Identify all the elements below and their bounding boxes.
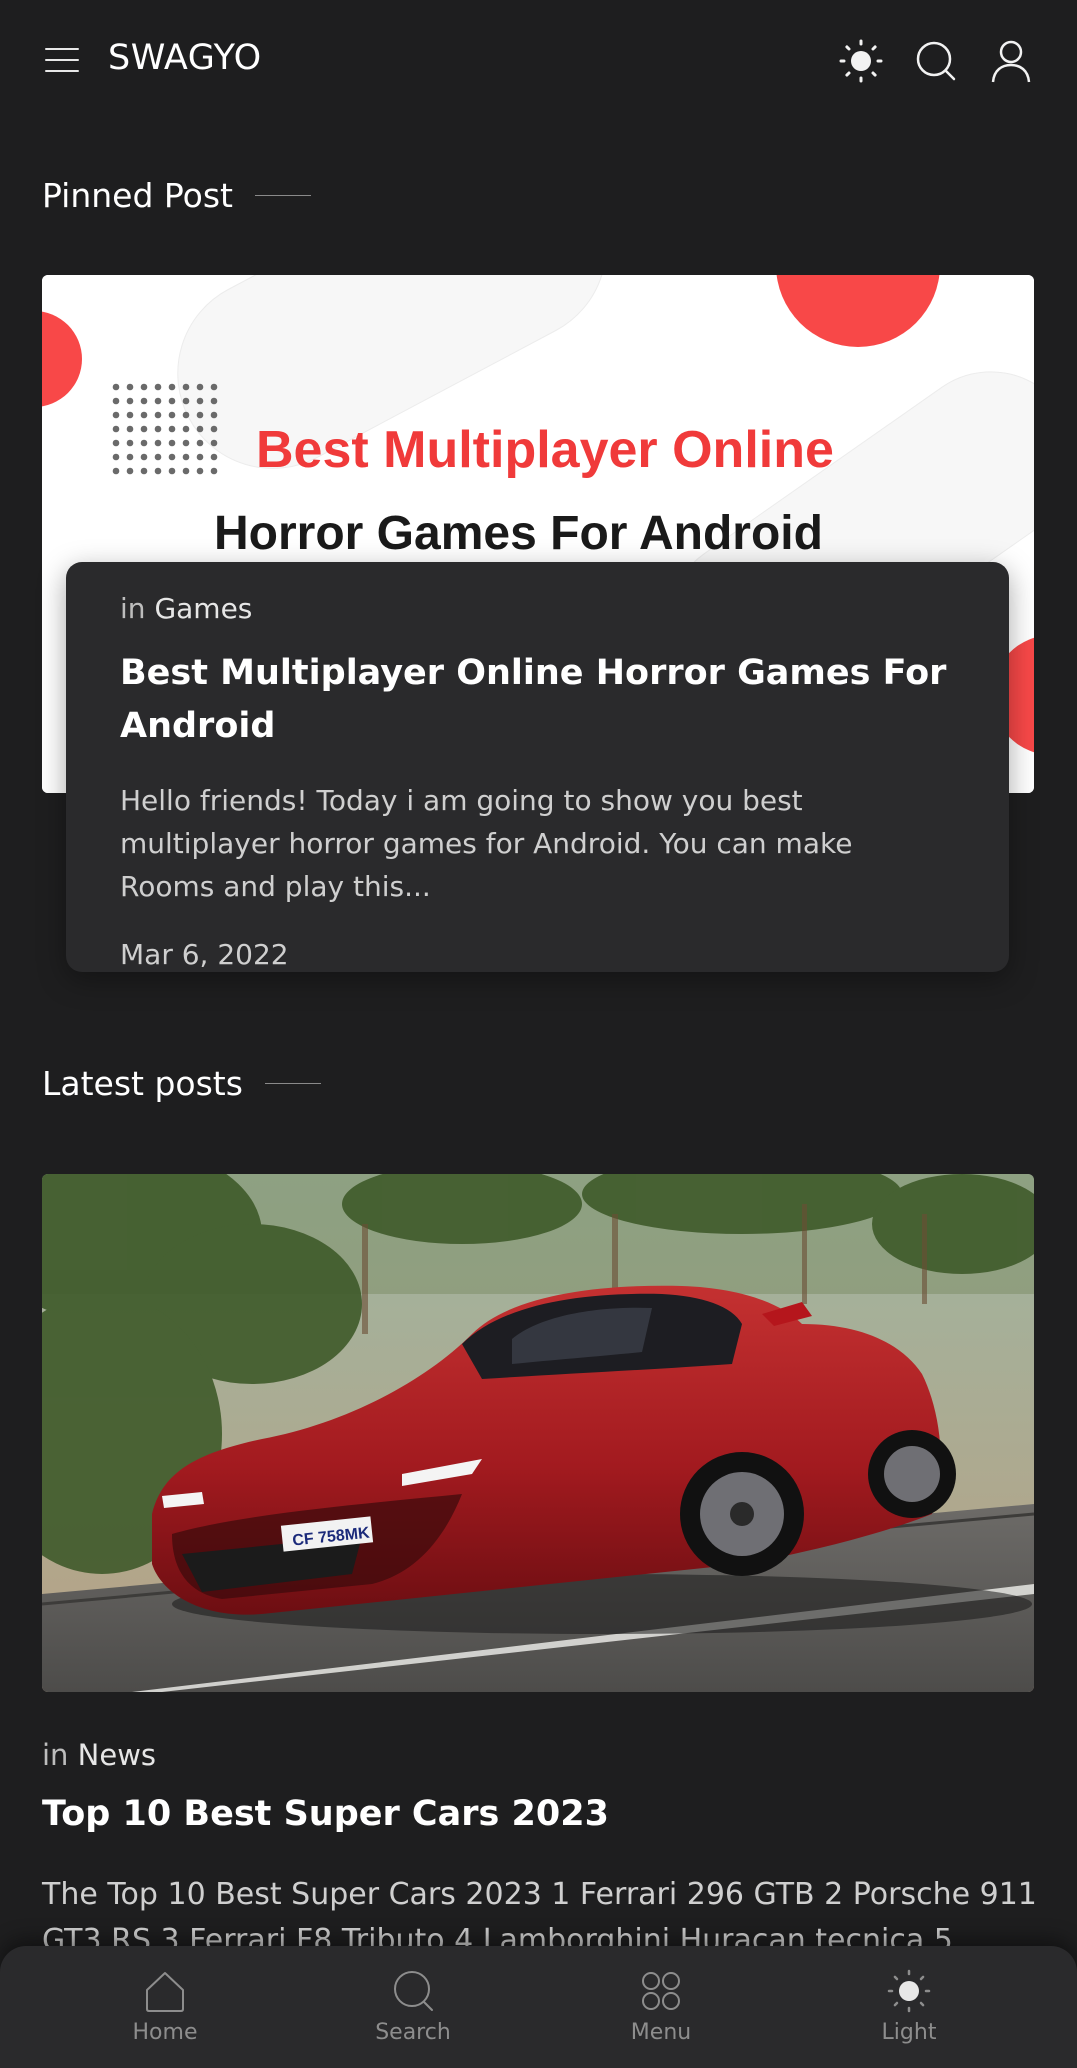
latest-post-category: in News — [42, 1738, 156, 1772]
sun-icon[interactable] — [838, 38, 884, 84]
pinned-post-date: Mar 6, 2022 — [120, 938, 289, 971]
search-icon[interactable] — [913, 38, 959, 84]
section-divider — [254, 195, 311, 196]
latest-section-label: Latest posts — [42, 1064, 243, 1103]
pinned-post-category: in Games — [120, 592, 955, 625]
nav-light-label: Light — [881, 2020, 937, 2045]
pinned-section-label: Pinned Post — [42, 176, 233, 215]
bottom-nav: Home Search Menu Light — [0, 1946, 1077, 2068]
latest-post-title[interactable]: Top 10 Best Super Cars 2023 — [42, 1794, 609, 1834]
pinned-post-title[interactable]: Best Multiplayer Online Horror Games For… — [120, 647, 955, 753]
pinned-image-headline-1: Best Multiplayer Online — [256, 421, 834, 479]
nav-search[interactable]: Search — [343, 1968, 483, 2058]
app-header: SWAGYO — [0, 0, 1077, 124]
user-icon[interactable] — [988, 38, 1034, 84]
latest-post-image[interactable]: CF 758MK — [42, 1174, 1034, 1692]
nav-search-label: Search — [375, 2020, 451, 2045]
home-icon — [146, 1972, 184, 2012]
pinned-section-title: Pinned Post — [42, 176, 311, 215]
search-icon — [394, 1971, 433, 2011]
page: SWAGYO Pinned Post Best Multiplayer Onli… — [0, 0, 1077, 2068]
sun-icon — [887, 1969, 931, 2013]
category-link[interactable]: Games — [154, 592, 252, 625]
pinned-post-card[interactable]: in Games Best Multiplayer Online Horror … — [66, 562, 1009, 972]
category-prefix: in — [120, 592, 146, 625]
nav-menu-label: Menu — [630, 2020, 692, 2045]
category-link[interactable]: News — [78, 1738, 156, 1772]
site-title[interactable]: SWAGYO — [108, 38, 262, 78]
menu-grid-icon — [642, 1972, 680, 2010]
category-prefix: in — [42, 1738, 69, 1772]
menu-icon[interactable] — [42, 40, 82, 80]
nav-home[interactable]: Home — [95, 1968, 235, 2058]
pinned-image-headline-2: Horror Games For Android — [214, 507, 823, 560]
nav-light[interactable]: Light — [839, 1968, 979, 2058]
nav-home-label: Home — [132, 2020, 198, 2045]
nav-menu[interactable]: Menu — [591, 1968, 731, 2058]
pinned-post-excerpt: Hello friends! Today i am going to show … — [120, 784, 853, 903]
section-divider — [264, 1083, 321, 1084]
latest-section-title: Latest posts — [42, 1064, 321, 1103]
